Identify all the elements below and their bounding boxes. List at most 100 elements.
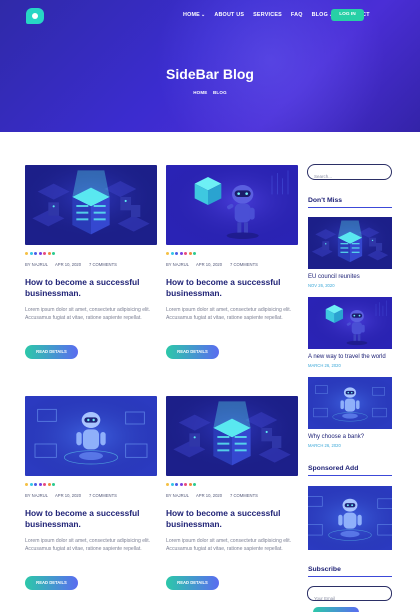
post-image[interactable]	[25, 396, 157, 476]
nav-services[interactable]: SERVICES	[253, 12, 282, 18]
post-meta: BY NAJRUL APR 10, 2020 7 COMMENTS	[166, 262, 258, 267]
read-details-button[interactable]: READ DETAILS	[166, 345, 219, 359]
post-comments[interactable]: 7 COMMENTS	[230, 262, 258, 267]
color-dot	[29, 483, 33, 486]
color-dot	[184, 483, 187, 486]
illustration-graphic	[166, 396, 298, 476]
color-dot	[193, 252, 196, 255]
color-dot	[47, 483, 51, 486]
post-author[interactable]: BY NAJRUL	[166, 493, 196, 498]
color-dot	[38, 252, 42, 255]
sidebar-post-image[interactable]	[308, 217, 392, 269]
page-title: SideBar Blog	[166, 66, 254, 82]
post-date: APR 10, 2020	[55, 493, 82, 498]
post-date: APR 10, 2020	[196, 493, 223, 498]
search-input[interactable]	[314, 169, 392, 184]
post-title[interactable]: How to become a successful businessman.	[25, 508, 157, 530]
read-details-button[interactable]: READ DETAILS	[166, 576, 219, 590]
post-color-dots	[25, 483, 55, 486]
sponsored-ad-image[interactable]	[308, 486, 392, 550]
color-dot	[34, 483, 37, 486]
color-dot	[193, 483, 196, 486]
post-title[interactable]: How to become a successful businessman.	[166, 277, 298, 299]
nav-home[interactable]: HOME⌄	[183, 12, 205, 18]
color-dot	[25, 483, 28, 486]
post-color-dots	[25, 252, 55, 255]
sidebar-post-image[interactable]	[308, 297, 392, 349]
color-dot	[52, 252, 55, 255]
post-image[interactable]	[166, 396, 298, 476]
breadcrumb-blog: BLOG	[212, 90, 227, 95]
color-dot	[47, 252, 51, 255]
color-dot	[38, 483, 42, 486]
dont-miss-heading: Don't Miss	[308, 197, 343, 204]
subscribe-button[interactable]	[313, 607, 359, 612]
color-dot	[25, 252, 28, 255]
color-dot	[166, 252, 169, 255]
sidebar-post-date: MARCH 26, 2020	[308, 443, 341, 448]
subscribe-email	[307, 586, 392, 605]
chevron-down-icon: ⌄	[200, 12, 206, 18]
illustration-graphic	[166, 165, 298, 245]
post-color-dots	[166, 252, 196, 255]
post-image[interactable]	[25, 165, 157, 245]
illustration-graphic	[308, 486, 392, 550]
post-image[interactable]	[166, 165, 298, 245]
color-dot	[34, 252, 37, 255]
post-meta: BY NAJRUL APR 10, 2020 7 COMMENTS	[166, 493, 258, 498]
post-title[interactable]: How to become a successful businessman.	[166, 508, 298, 530]
post-author[interactable]: BY NAJRUL	[25, 262, 55, 267]
heading-underline	[308, 475, 392, 476]
color-dot	[43, 252, 46, 255]
logo-icon[interactable]	[26, 8, 44, 24]
email-input[interactable]	[314, 592, 390, 605]
color-dot	[188, 252, 192, 255]
blog-post-card: BY NAJRUL APR 10, 2020 7 COMMENTS How to…	[25, 396, 157, 590]
post-excerpt: Lorem ipsum dolor sit amet, consectetur …	[166, 307, 292, 321]
color-dot	[179, 252, 183, 255]
sidebar-post-date: NOV 26, 2020	[308, 283, 335, 288]
sponsored-heading: Sponsored Add	[308, 465, 359, 472]
color-dot	[175, 252, 178, 255]
color-dot	[29, 252, 33, 255]
sidebar-post-image[interactable]	[308, 377, 392, 429]
post-title[interactable]: How to become a successful businessman.	[25, 277, 157, 299]
blog-post-card: BY NAJRUL APR 10, 2020 7 COMMENTS How to…	[166, 165, 298, 359]
color-dot	[170, 483, 174, 486]
read-details-button[interactable]: READ DETAILS	[25, 345, 78, 359]
sidebar-post-date: MARCH 26, 2020	[308, 363, 341, 368]
post-comments[interactable]: 7 COMMENTS	[230, 493, 258, 498]
illustration-graphic	[308, 297, 392, 349]
illustration-graphic	[25, 396, 157, 476]
color-dot	[52, 483, 55, 486]
hero-banner: HOME⌄ ABOUT US SERVICES FAQ BLOG⌄ CONTAC…	[0, 0, 420, 132]
color-dot	[184, 252, 187, 255]
post-excerpt: Lorem ipsum dolor sit amet, consectetur …	[166, 538, 292, 552]
heading-underline	[308, 576, 392, 577]
color-dot	[43, 483, 46, 486]
color-dot	[166, 483, 169, 486]
post-excerpt: Lorem ipsum dolor sit amet, consectetur …	[25, 307, 151, 321]
color-dot	[175, 483, 178, 486]
nav-faq[interactable]: FAQ	[291, 12, 303, 18]
post-comments[interactable]: 7 COMMENTS	[89, 262, 117, 267]
blog-post-card: BY NAJRUL APR 10, 2020 7 COMMENTS How to…	[25, 165, 157, 359]
breadcrumb: HOME BLOG	[0, 90, 420, 95]
login-button[interactable]: LOG IN	[331, 9, 364, 21]
post-excerpt: Lorem ipsum dolor sit amet, consectetur …	[25, 538, 151, 552]
nav-about-us[interactable]: ABOUT US	[214, 12, 244, 18]
illustration-graphic	[308, 217, 392, 269]
illustration-graphic	[25, 165, 157, 245]
post-meta: BY NAJRUL APR 10, 2020 7 COMMENTS	[25, 493, 117, 498]
breadcrumb-home[interactable]: HOME	[193, 90, 207, 95]
post-meta: BY NAJRUL APR 10, 2020 7 COMMENTS	[25, 262, 117, 267]
sidebar-post-title[interactable]: A new way to travel the world	[308, 354, 386, 360]
post-date: APR 10, 2020	[55, 262, 82, 267]
post-author[interactable]: BY NAJRUL	[166, 262, 196, 267]
sidebar-post-title[interactable]: Why choose a bank?	[308, 434, 364, 440]
read-details-button[interactable]: READ DETAILS	[25, 576, 78, 590]
blog-post-card: BY NAJRUL APR 10, 2020 7 COMMENTS How to…	[166, 396, 298, 590]
sidebar-post-title[interactable]: EU council reunites	[308, 274, 360, 280]
post-comments[interactable]: 7 COMMENTS	[89, 493, 117, 498]
post-author[interactable]: BY NAJRUL	[25, 493, 55, 498]
